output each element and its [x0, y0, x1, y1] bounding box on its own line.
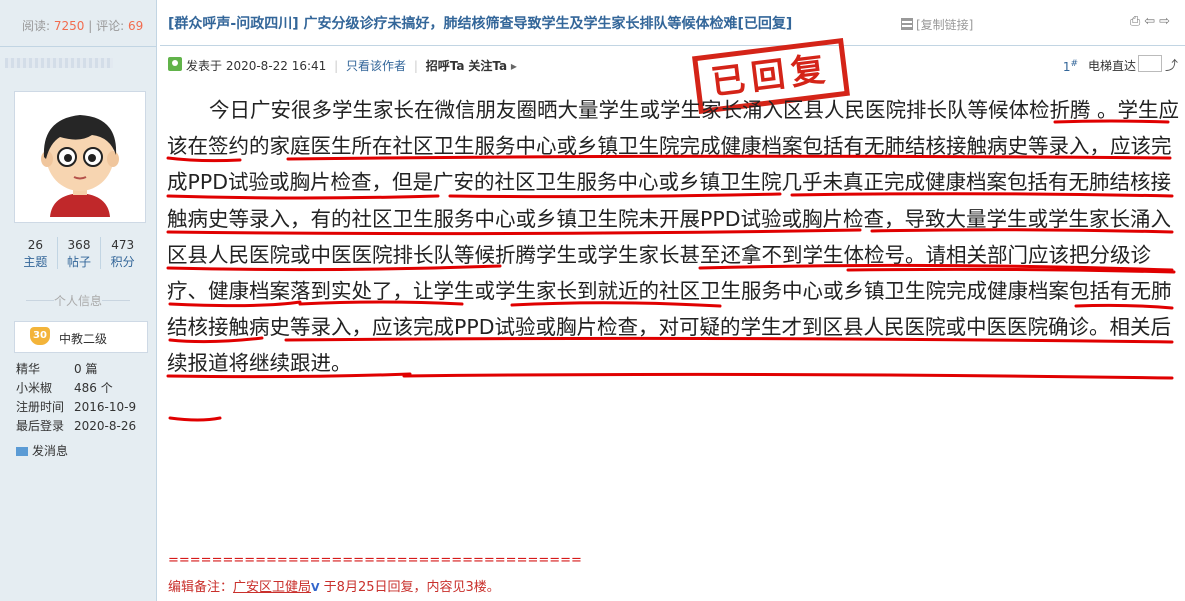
online-status-icon: [168, 57, 182, 71]
stats-divider: |: [88, 19, 93, 33]
edit-note-suffix: 于8月25日回复，内容见3楼。: [319, 580, 500, 595]
comments-count: 69: [128, 19, 144, 33]
info-row: 注册时间 2016-10-9: [16, 397, 136, 416]
user-counts: 26 主题 368 帖子 473 积分: [14, 237, 144, 269]
username-obscured[interactable]: [5, 58, 113, 68]
count-value: 26: [27, 238, 43, 252]
send-message-link[interactable]: 发消息: [16, 442, 68, 459]
edit-note-author-link[interactable]: 广安区卫健局: [233, 580, 311, 595]
elevator-input[interactable]: [1138, 55, 1162, 72]
meta-separator: |: [334, 59, 339, 73]
count-value: 473: [111, 238, 135, 252]
count-label: 主题: [23, 255, 48, 269]
edit-note: 编辑备注：广安区卫健局V 于8月25日回复，内容见3楼。: [168, 576, 500, 595]
author-only-link[interactable]: 只看该作者: [346, 59, 406, 73]
separator-line: ======================================: [168, 553, 582, 568]
edit-note-prefix: 编辑备注：: [168, 580, 234, 595]
info-row: 最后登录 2020-8-26: [16, 416, 136, 435]
rank-badge-icon: 30: [30, 327, 50, 345]
post-meta: 发表于 2020-8-22 16:41 | 只看该作者 | 招呼Ta 关注Ta …: [168, 55, 1178, 75]
info-row: 精华 0 篇: [16, 359, 136, 378]
divider: [160, 45, 1185, 46]
underline-stroke: [168, 416, 222, 422]
greet-button[interactable]: 招呼Ta: [426, 59, 465, 73]
copy-link-button[interactable]: [复制链接]: [901, 16, 973, 33]
floor-number[interactable]: 1#: [1063, 59, 1078, 74]
meta-separator: |: [413, 59, 418, 73]
thread-title[interactable]: [群众呼声-问政四川] 广安分级诊疗未搞好，肺结核筛查导致学生及学生家长排队等候…: [168, 13, 792, 33]
copy-link-label: [复制链接]: [916, 18, 974, 32]
count-posts[interactable]: 368 帖子: [58, 237, 102, 269]
avatar-image: [20, 97, 140, 217]
elevator-label: 电梯直达: [1087, 59, 1136, 73]
user-info-table: 精华 0 篇 小米椒 486 个 注册时间 2016-10-9 最后登录 202…: [16, 359, 136, 435]
info-key: 最后登录: [16, 419, 65, 433]
print-prev-next-icons[interactable]: ⎙⇦⇨: [1130, 14, 1174, 29]
envelope-icon: [16, 447, 28, 456]
send-message-label: 发消息: [32, 444, 69, 458]
info-row: 小米椒 486 个: [16, 378, 136, 397]
count-value: 368: [67, 238, 91, 252]
user-rank: 30 中教二级: [14, 321, 148, 353]
qrcode-icon[interactable]: [901, 18, 913, 30]
verified-icon: V: [311, 581, 320, 594]
post-date: 发表于 2020-8-22 16:41: [186, 59, 327, 73]
rank-title: 中教二级: [59, 332, 108, 346]
info-key: 精华: [16, 362, 41, 376]
count-points[interactable]: 473 积分: [101, 237, 144, 269]
info-value: 2016-10-9: [74, 399, 137, 414]
divider: [0, 46, 156, 47]
info-value: 2020-8-26: [74, 418, 137, 433]
info-key: 小米椒: [16, 381, 53, 395]
count-label: 积分: [110, 255, 135, 269]
count-topics[interactable]: 26 主题: [14, 237, 58, 269]
thread-stats: 阅读: 7250 | 评论: 69: [0, 0, 156, 47]
elevator-go-icon[interactable]: ⤴: [1165, 55, 1178, 74]
follow-button[interactable]: 关注Ta: [468, 59, 507, 73]
views-count: 7250: [53, 19, 85, 33]
count-label: 帖子: [67, 255, 92, 269]
personal-info-heading: 个人信息: [0, 292, 156, 309]
comments-label: 评论:: [96, 19, 125, 33]
author-sidebar: 阅读: 7250 | 评论: 69 26 主题 368 帖子 473 积分 个人…: [0, 0, 157, 601]
thread-title-row: [群众呼声-问政四川] 广安分级诊疗未搞好，肺结核筛查导致学生及学生家长排队等候…: [168, 12, 1178, 36]
more-arrow-icon[interactable]: ▸: [511, 59, 517, 73]
views-label: 阅读:: [22, 19, 51, 33]
info-key: 注册时间: [16, 400, 65, 414]
info-value: 0 篇: [74, 362, 98, 376]
post-body: 今日广安很多学生家长在微信朋友圈晒大量学生或学生家长涌入区县人民医院排长队等候体…: [167, 98, 1180, 376]
info-value: 486 个: [74, 381, 113, 395]
avatar[interactable]: [14, 91, 146, 223]
